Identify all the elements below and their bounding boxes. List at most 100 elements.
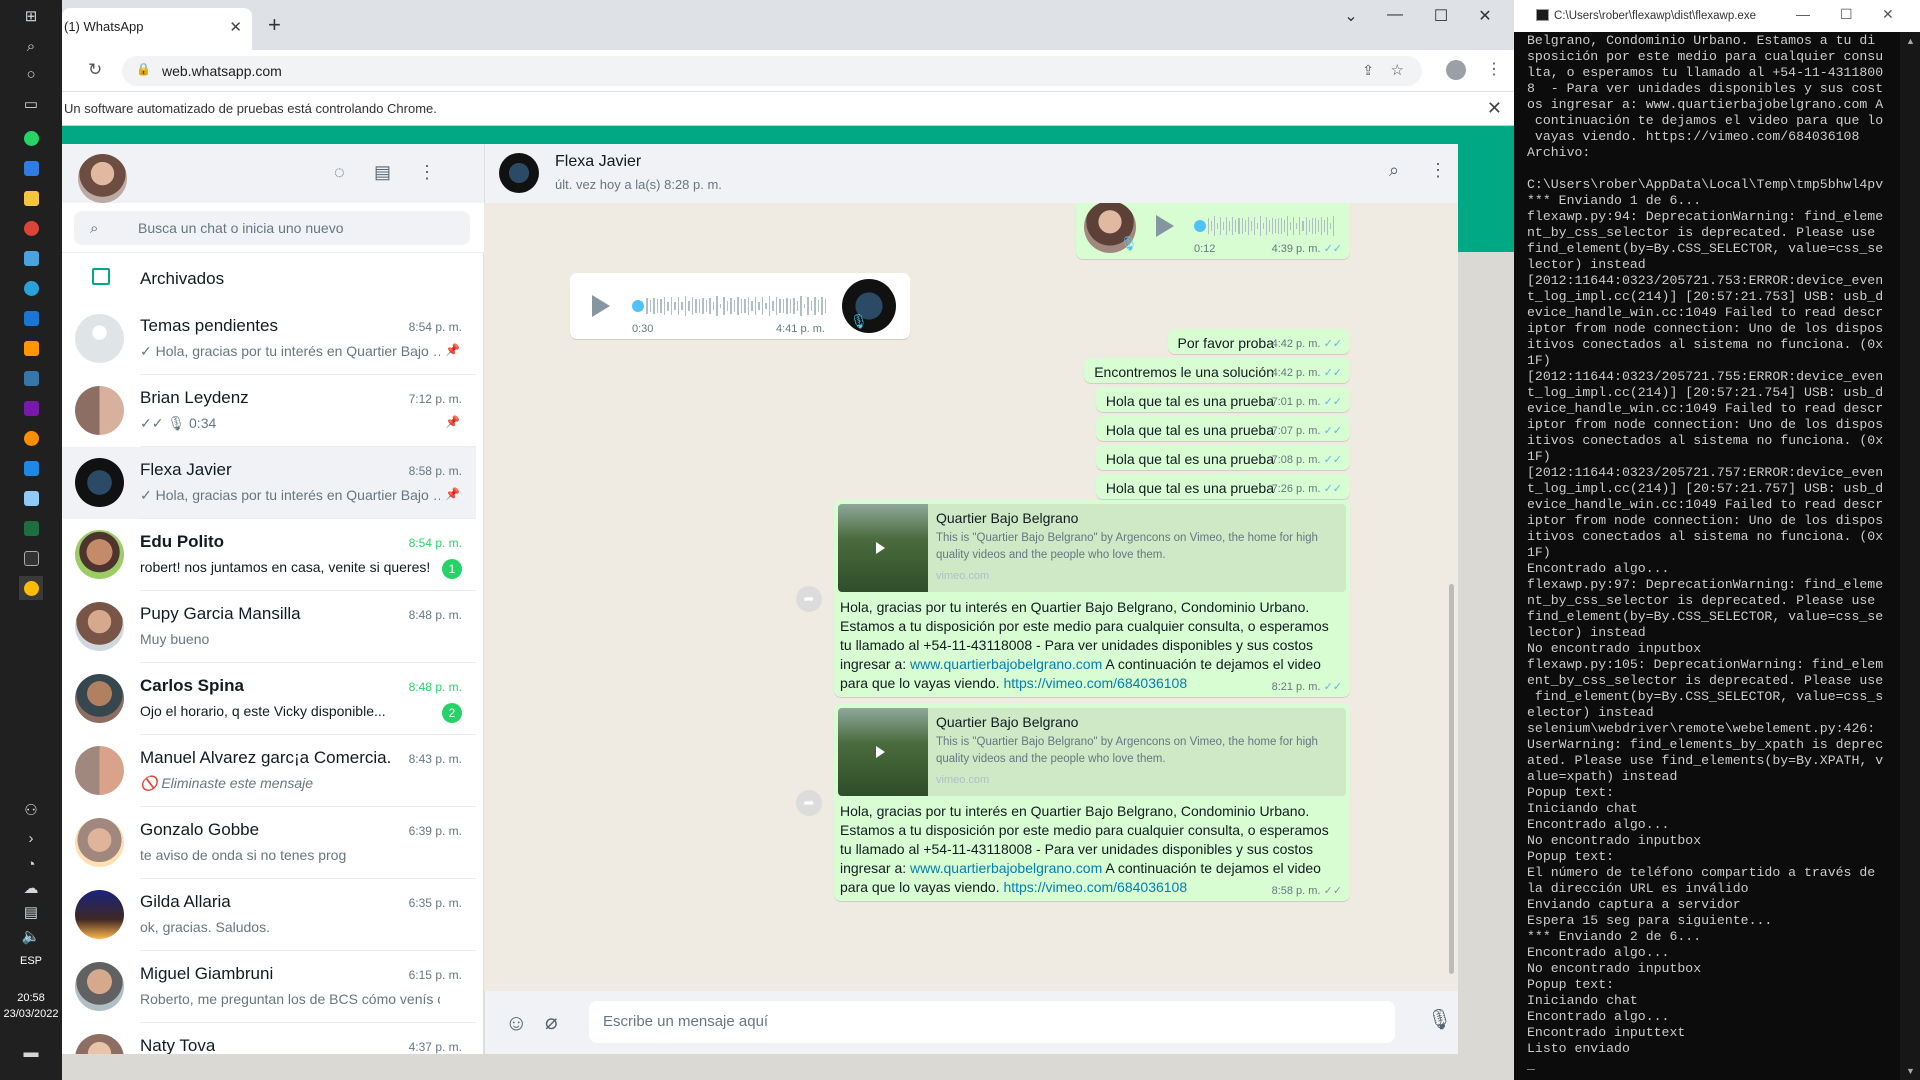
forward-icon[interactable]: ➦ (796, 586, 822, 612)
close-window-button[interactable]: ✕ (1882, 6, 1894, 23)
vimeo-link[interactable]: https://vimeo.com/684036108 (1003, 675, 1187, 691)
chat-item[interactable]: Miguel Giambruni 6:15 p. m. Roberto, me … (62, 951, 476, 1023)
search-input[interactable]: Busca un chat o inicia uno nuevo (74, 211, 470, 245)
conversation-header[interactable]: Flexa Javier últ. vez hoy a la(s) 8:28 p… (484, 144, 1458, 203)
network-icon[interactable]: ▤ (19, 900, 43, 924)
tab-whatsapp[interactable]: (1) WhatsApp ✕ (62, 8, 252, 50)
conversation-menu-icon[interactable]: ⋮ (1429, 160, 1447, 181)
waveform-bar (758, 301, 760, 311)
menu-icon[interactable]: ⋮ (418, 162, 436, 183)
windows-start-icon[interactable]: ⊞ (19, 4, 43, 28)
excel-icon[interactable] (19, 516, 43, 540)
video-thumbnail[interactable] (838, 504, 928, 592)
scrollbar-thumb[interactable] (1449, 584, 1454, 974)
waveform-bar (1320, 217, 1322, 235)
chat-item[interactable]: Gonzalo Gobbe 6:39 p. m. te aviso de ond… (62, 807, 476, 879)
seek-handle[interactable] (1194, 220, 1206, 232)
tray-apps-icon[interactable]: ◔ (19, 852, 43, 876)
profile-avatar[interactable] (1446, 60, 1466, 80)
message-input[interactable]: Escribe un mensaje aquí (589, 1001, 1395, 1043)
website-link[interactable]: www.quartierbajobelgrano.com (910, 860, 1102, 876)
volume-icon[interactable]: 🔈 (19, 924, 43, 948)
play-button[interactable] (592, 295, 610, 317)
chat-item[interactable]: Pupy Garcia Mansilla 8:48 p. m. Muy buen… (62, 591, 476, 663)
onenote-icon[interactable] (19, 396, 43, 420)
seek-handle[interactable] (632, 300, 644, 312)
maximize-button[interactable]: ☐ (1426, 6, 1456, 26)
vimeo-link[interactable]: https://vimeo.com/684036108 (1003, 879, 1187, 895)
tab-search-icon[interactable]: ⌄ (1336, 6, 1366, 26)
chat-item[interactable]: Brian Leydenz 7:12 p. m. ✓✓ 🎙 0:34 📌 (62, 375, 476, 447)
search-icon[interactable]: ⌕ (19, 34, 43, 58)
forward-icon[interactable]: ➦ (796, 790, 822, 816)
audio-waveform[interactable] (1208, 215, 1334, 237)
chat-item[interactable]: Naty Tova 4:37 p. m. (62, 1023, 476, 1054)
waveform-bar (782, 298, 784, 314)
chat-item[interactable]: Temas pendientes 8:54 p. m. ✓ Hola, grac… (62, 303, 476, 375)
waveform-bar (1302, 221, 1304, 231)
file-explorer-icon[interactable] (19, 186, 43, 210)
chrome-menu-icon[interactable]: ⋮ (1486, 59, 1502, 79)
pin-icon: 📌 (445, 487, 460, 501)
chat-text: Flexa Javier 8:58 p. m. ✓ Hola, gracias … (140, 447, 476, 519)
maximize-button[interactable]: ☐ (1840, 6, 1853, 23)
text-message: Por favor proba 4:42 p. m. ✓✓ (1167, 329, 1350, 354)
notepad-icon[interactable] (19, 486, 43, 510)
minimize-button[interactable]: — (1796, 6, 1810, 22)
audio-waveform[interactable] (646, 295, 826, 317)
cortana-icon[interactable]: ○ (19, 62, 43, 86)
chat-text: Miguel Giambruni 6:15 p. m. Roberto, me … (140, 951, 476, 1023)
sublime-icon[interactable] (19, 336, 43, 360)
onedrive-icon[interactable]: ☁ (19, 876, 43, 900)
vm-icon[interactable] (19, 456, 43, 480)
scroll-down-icon[interactable]: ▼ (1906, 1066, 1915, 1076)
task-view-icon[interactable]: ▭ (19, 92, 43, 116)
play-button[interactable] (1156, 215, 1174, 237)
console-scrollbar[interactable]: ▲ ▼ (1900, 32, 1920, 1080)
archived-row[interactable]: Archivados (62, 253, 484, 303)
bookmark-star-icon[interactable]: ☆ (1391, 61, 1404, 79)
attach-icon[interactable]: ⌀ (545, 1010, 558, 1035)
search-messages-icon[interactable]: ⌕ (1389, 160, 1399, 181)
mail-icon[interactable] (19, 306, 43, 330)
chat-item[interactable]: Manuel Alvarez garc¡a Comercia... 8:43 p… (62, 735, 476, 807)
website-link[interactable]: www.quartierbajobelgrano.com (910, 656, 1102, 672)
whatsapp-icon[interactable] (19, 126, 43, 150)
close-tab-icon[interactable]: ✕ (229, 18, 242, 36)
app-icon[interactable] (19, 426, 43, 450)
new-tab-button[interactable]: + (268, 12, 281, 38)
video-thumbnail[interactable] (838, 708, 928, 796)
clock[interactable]: 20:58 23/03/2022 (0, 990, 62, 1022)
chat-item[interactable]: Flexa Javier 8:58 p. m. ✓ Hola, gracias … (62, 447, 476, 519)
scroll-up-icon[interactable]: ▲ (1906, 36, 1915, 46)
language-indicator[interactable]: ESP (0, 955, 62, 967)
console-titlebar[interactable]: C:\Users\rober\flexawp\dist\flexawp.exe … (1514, 0, 1920, 32)
console-output[interactable]: Belgrano, Condominio Urbano. Estamos a t… (1527, 33, 1899, 1073)
console-app-icon[interactable] (19, 546, 43, 570)
my-avatar[interactable] (78, 154, 127, 203)
todo-icon[interactable] (19, 156, 43, 180)
address-bar[interactable]: 🔒 web.whatsapp.com ⇪ ☆ (122, 56, 1422, 86)
notifications-icon[interactable]: ▬ (19, 1040, 43, 1064)
reload-icon[interactable]: ↻ (88, 60, 102, 80)
tray-expand-icon[interactable]: › (19, 826, 43, 850)
close-window-button[interactable]: ✕ (1470, 6, 1500, 26)
voice-record-icon[interactable]: 🎙 (1427, 1007, 1452, 1032)
new-chat-icon[interactable]: ▤ (374, 162, 391, 183)
telegram-icon[interactable] (19, 276, 43, 300)
remote-desktop-icon[interactable] (19, 246, 43, 270)
chat-item[interactable]: Carlos Spina 8:48 p. m. Ojo el horario, … (62, 663, 476, 735)
chrome-active-icon[interactable] (19, 576, 43, 600)
chat-item[interactable]: Gilda Allaria 6:35 p. m. ok, gracias. Sa… (62, 879, 476, 951)
minimize-button[interactable]: — (1380, 6, 1410, 24)
share-icon[interactable]: ⇪ (1362, 62, 1374, 79)
people-icon[interactable]: ⚇ (19, 798, 43, 822)
contact-avatar[interactable] (499, 153, 539, 193)
status-icon[interactable]: ◌ (334, 162, 345, 183)
python-icon[interactable] (19, 366, 43, 390)
chat-item[interactable]: Edu Polito 8:54 p. m. robert! nos juntam… (62, 519, 476, 591)
chrome-icon[interactable] (19, 216, 43, 240)
emoji-icon[interactable]: ☺ (505, 1010, 527, 1036)
message-time: 7:26 p. m. ✓✓ (1271, 483, 1342, 495)
close-infobar-icon[interactable]: ✕ (1487, 98, 1502, 119)
